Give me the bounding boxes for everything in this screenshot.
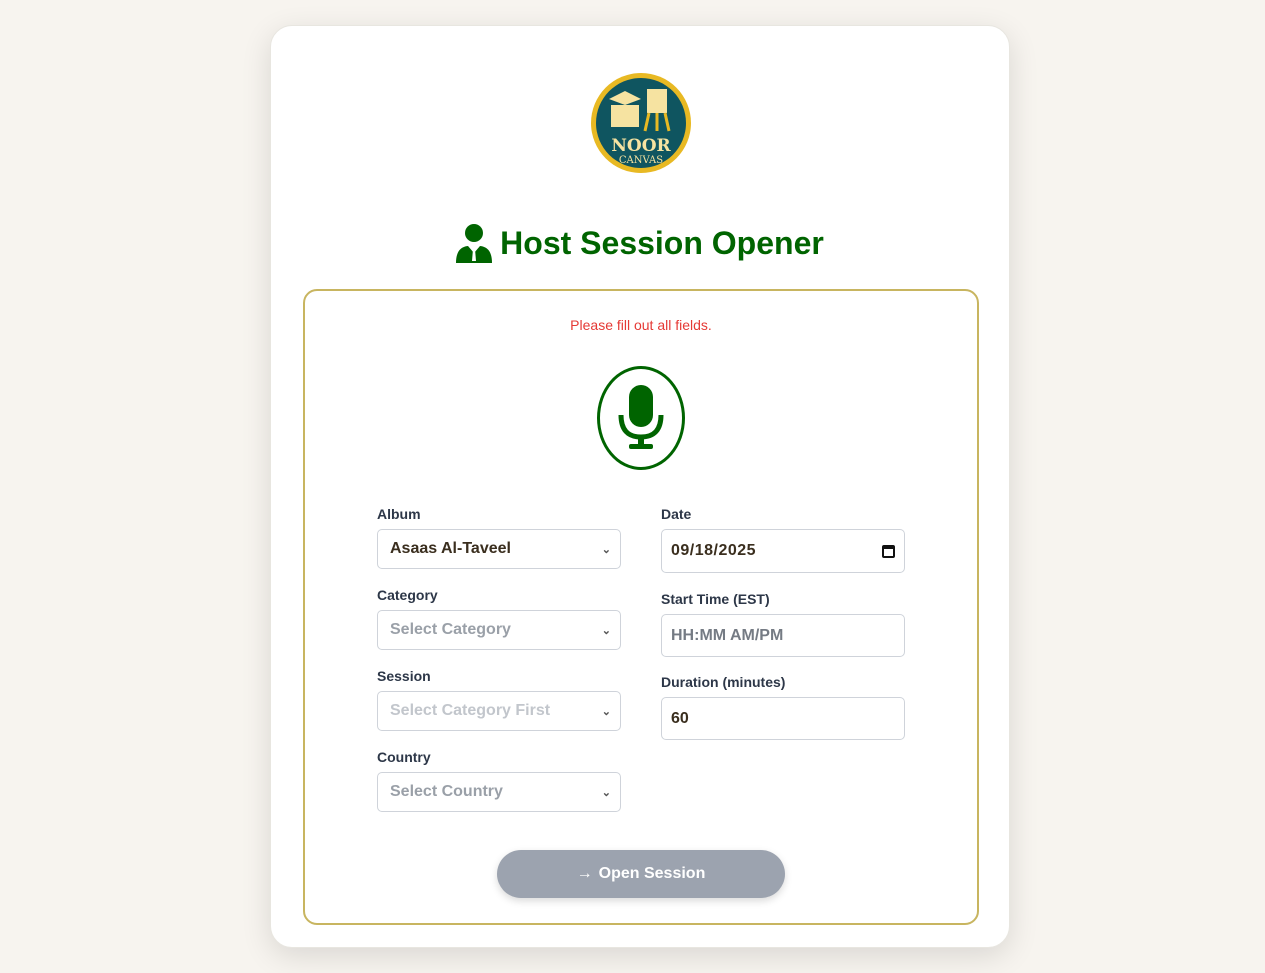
album-field: Album Asaas Al-Taveel ⌄ — [377, 506, 621, 569]
chevron-down-icon: ⌄ — [601, 543, 611, 556]
user-tie-icon — [456, 224, 493, 263]
svg-text:CANVAS: CANVAS — [619, 155, 663, 166]
session-label: Session — [377, 668, 431, 684]
session-form: Please fill out all fields. Album Asaas … — [303, 289, 979, 925]
chevron-down-icon: ⌄ — [601, 786, 611, 799]
session-select[interactable]: Select Category First ⌄ — [377, 691, 621, 731]
chevron-down-icon: ⌄ — [601, 624, 611, 637]
open-session-button[interactable]: → Open Session — [497, 850, 785, 898]
noor-canvas-logo: NOOR CANVAS — [591, 73, 691, 173]
start-time-input[interactable]: HH:MM AM/PM — [661, 614, 905, 657]
calendar-icon[interactable] — [882, 544, 895, 558]
date-field: Date 09/18/2025 — [661, 506, 905, 573]
duration-field: Duration (minutes) 60 — [661, 674, 905, 740]
category-select[interactable]: Select Category ⌄ — [377, 610, 621, 650]
microphone-icon — [597, 366, 685, 470]
country-field: Country Select Country ⌄ — [377, 749, 621, 812]
svg-text:NOOR: NOOR — [611, 136, 671, 156]
duration-input[interactable]: 60 — [661, 697, 905, 740]
host-session-card: NOOR CANVAS Host Session Opener Please f… — [270, 25, 1010, 948]
category-label: Category — [377, 587, 438, 603]
session-field: Session Select Category First ⌄ — [377, 668, 621, 731]
error-message: Please fill out all fields. — [570, 317, 712, 333]
category-field: Category Select Category ⌄ — [377, 587, 621, 650]
page-title: Host Session Opener — [271, 223, 1009, 263]
duration-label: Duration (minutes) — [661, 674, 786, 690]
start-time-field: Start Time (EST) HH:MM AM/PM — [661, 591, 905, 657]
chevron-down-icon: ⌄ — [601, 705, 611, 718]
arrow-right-icon: → — [576, 865, 593, 882]
open-session-label: Open Session — [598, 865, 706, 882]
country-select[interactable]: Select Country ⌄ — [377, 772, 621, 812]
album-select[interactable]: Asaas Al-Taveel ⌄ — [377, 529, 621, 569]
country-label: Country — [377, 749, 431, 765]
start-time-label: Start Time (EST) — [661, 591, 770, 607]
album-label: Album — [377, 506, 421, 522]
title-text: Host Session Opener — [500, 224, 824, 261]
date-label: Date — [661, 506, 692, 522]
date-input[interactable]: 09/18/2025 — [661, 529, 905, 573]
